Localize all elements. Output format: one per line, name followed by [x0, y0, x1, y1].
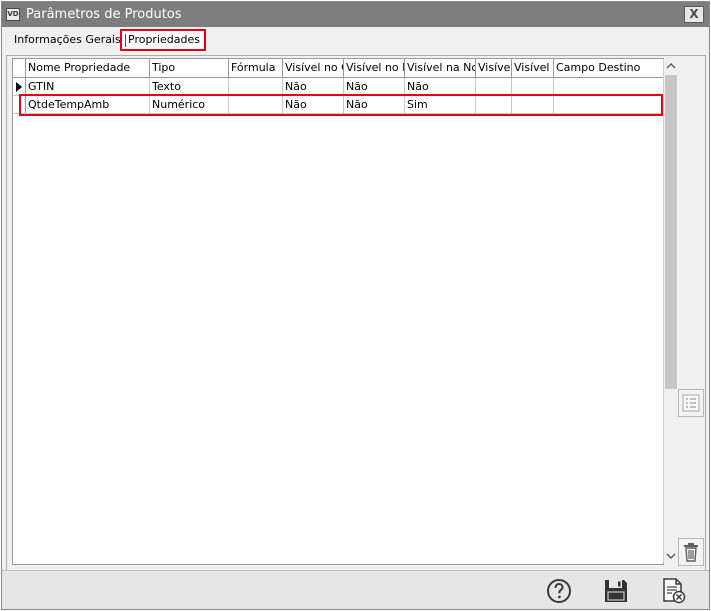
cell-visivel-orcamento[interactable]: Não	[283, 78, 344, 95]
column-header-formula[interactable]: Fórmula	[229, 59, 283, 77]
row-indicator[interactable]	[13, 78, 26, 95]
title-bar: VD Parâmetros de Produtos X	[2, 2, 709, 27]
cell-formula[interactable]	[229, 96, 283, 113]
list-icon	[682, 394, 700, 412]
scroll-down-icon[interactable]	[664, 549, 678, 563]
column-header-visivel-n[interactable]: Visível n	[512, 59, 554, 77]
table-row[interactable]: QtdeTempAmb Numérico Não Não Sim	[13, 96, 663, 114]
properties-grid: Nome Propriedade Tipo Fórmula Visível no…	[12, 58, 664, 565]
cancel-button[interactable]	[659, 577, 687, 605]
scroll-up-icon[interactable]	[664, 59, 678, 73]
cell-tipo[interactable]: Numérico	[150, 96, 229, 113]
parametros-produtos-window: VD Parâmetros de Produtos X Informações …	[1, 1, 710, 610]
floppy-disk-icon	[605, 580, 627, 602]
cell-visivel-pedido[interactable]: Não	[344, 78, 405, 95]
cell-nome[interactable]: QtdeTempAmb	[26, 96, 150, 113]
cell-tipo[interactable]: Texto	[150, 78, 229, 95]
column-header-visivel-nota[interactable]: Visível na Nota	[405, 59, 476, 77]
cell-visivel-nota[interactable]: Sim	[405, 96, 476, 113]
cell-nome[interactable]: GTIN	[26, 78, 150, 95]
document-cancel-icon	[663, 578, 686, 604]
table-row[interactable]: GTIN Texto Não Não Não	[13, 78, 663, 96]
tab-bar: Informações Gerais Propriedades	[2, 27, 709, 55]
save-button[interactable]	[602, 577, 630, 605]
app-logo-icon: VD	[6, 8, 20, 21]
cell-campo-destino[interactable]	[554, 78, 662, 95]
cell-campo-destino[interactable]	[554, 96, 662, 113]
grid-header: Nome Propriedade Tipo Fórmula Visível no…	[13, 59, 663, 78]
cell-visivel-orcamento[interactable]: Não	[283, 96, 344, 113]
cell-visivel-pedido[interactable]: Não	[344, 96, 405, 113]
row-indicator[interactable]	[13, 96, 26, 113]
tab-informacoes-gerais[interactable]: Informações Gerais	[10, 31, 125, 51]
details-button[interactable]	[678, 389, 704, 417]
column-header-visivel-orcamento[interactable]: Visível no Or	[283, 59, 344, 77]
close-button[interactable]: X	[684, 6, 704, 23]
delete-button[interactable]	[678, 538, 704, 566]
cell-visivel-n[interactable]	[512, 78, 554, 95]
propriedades-panel: Nome Propriedade Tipo Fórmula Visível no…	[6, 55, 706, 571]
cell-visivel[interactable]	[476, 96, 512, 113]
scrollbar-thumb[interactable]	[665, 75, 677, 389]
question-circle-icon	[547, 579, 571, 603]
window-title: Parâmetros de Produtos	[26, 7, 182, 22]
column-header-nome-propriedade[interactable]: Nome Propriedade	[26, 59, 150, 77]
bottom-toolbar	[2, 570, 709, 609]
tab-propriedades[interactable]: Propriedades	[120, 29, 206, 51]
column-header-visivel[interactable]: Visível	[476, 59, 512, 77]
help-button[interactable]	[545, 577, 573, 605]
cell-visivel-n[interactable]	[512, 96, 554, 113]
cell-visivel-nota[interactable]: Não	[405, 78, 476, 95]
current-row-arrow-icon	[16, 82, 22, 92]
trash-icon	[684, 543, 698, 562]
grid-body: GTIN Texto Não Não Não QtdeTempAmb Numér…	[13, 78, 663, 114]
column-header-tipo[interactable]: Tipo	[150, 59, 229, 77]
vertical-scrollbar[interactable]	[663, 59, 678, 563]
column-header-visivel-pedido[interactable]: Visível no Pe	[344, 59, 405, 77]
column-header-campo-destino[interactable]: Campo Destino	[554, 59, 662, 77]
cell-visivel[interactable]	[476, 78, 512, 95]
cell-formula[interactable]	[229, 78, 283, 95]
row-indicator-header	[13, 59, 26, 77]
